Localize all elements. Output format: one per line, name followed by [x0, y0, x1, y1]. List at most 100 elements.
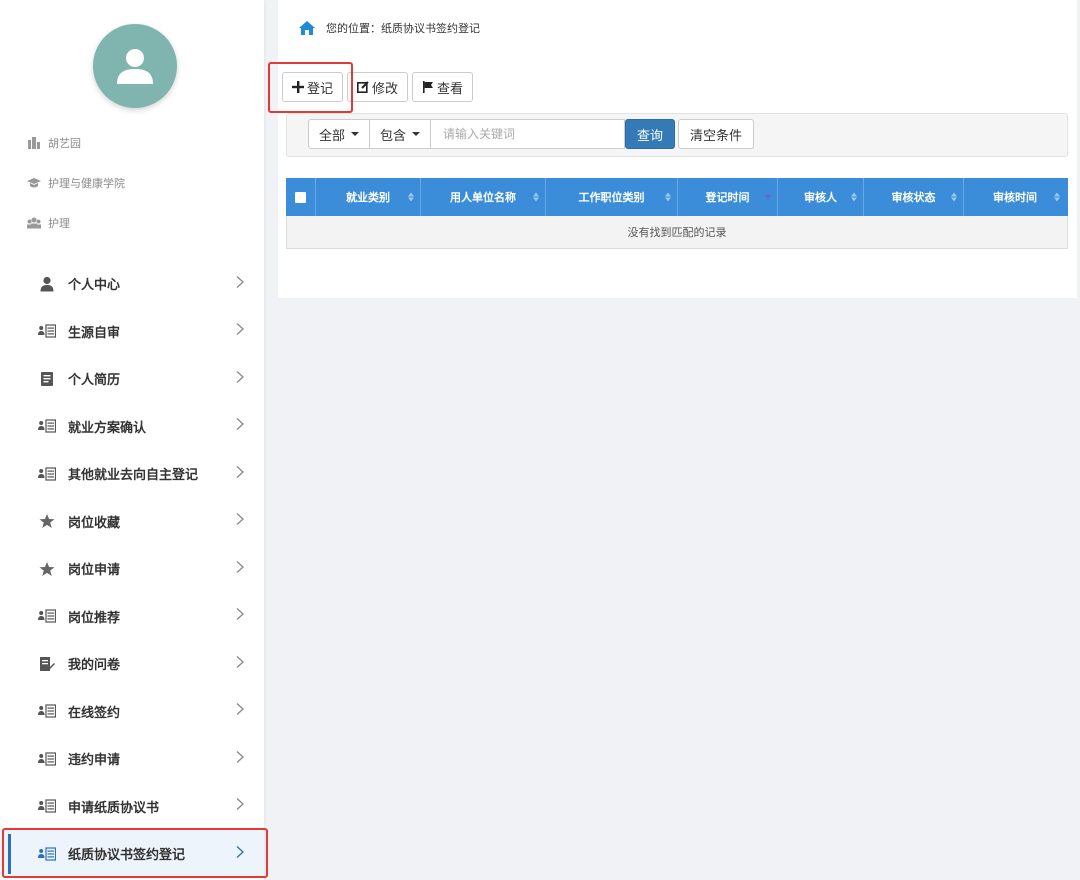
id-card-icon	[38, 702, 56, 720]
sidebar-item-6[interactable]: 岗位申请	[0, 545, 264, 593]
column-header-1[interactable]: 用人单位名称	[421, 178, 546, 216]
empty-table-row: 没有找到匹配的记录	[286, 216, 1068, 249]
chevron-right-icon	[236, 418, 244, 435]
sidebar-item-label: 其他就业去向自主登记	[68, 468, 199, 484]
register-label: 登记	[307, 81, 334, 97]
sidebar-item-2[interactable]: 个人简历	[0, 355, 264, 403]
profile-college: 护理与健康学院	[48, 177, 125, 190]
sort-icon	[951, 192, 957, 202]
sidebar-item-label: 纸质协议书签约登记	[68, 848, 186, 864]
avatar[interactable]	[93, 24, 177, 108]
sidebar-item-7[interactable]: 岗位推荐	[0, 593, 264, 641]
chevron-right-icon	[236, 513, 244, 530]
profile-major-row: 护理	[26, 213, 70, 233]
sidebar-menu: 个人中心生源自审个人简历就业方案确认其他就业去向自主登记岗位收藏 岗位申请岗位推荐…	[0, 260, 264, 878]
building-icon	[26, 136, 42, 150]
breadcrumb-prefix: 您的位置：	[326, 22, 381, 35]
query-button[interactable]: 查询	[625, 119, 676, 149]
sidebar-item-0[interactable]: 个人中心	[0, 260, 264, 308]
select-all-checkbox[interactable]	[295, 191, 306, 203]
column-header-label: 工作职位类别	[578, 191, 645, 204]
sidebar-item-label: 个人简历	[68, 373, 121, 389]
sidebar-item-label: 在线签约	[68, 705, 121, 721]
scope-value: 全部	[319, 128, 346, 144]
id-card-icon	[38, 322, 56, 340]
profile-name-row: 胡艺园	[26, 133, 81, 153]
search-panel: 全部 包含 查询 清空条件	[286, 113, 1068, 157]
column-header-label: 就业类别	[346, 191, 390, 204]
sort-icon	[408, 192, 414, 202]
chevron-right-icon	[236, 845, 244, 862]
sort-icon	[851, 192, 857, 202]
keyword-input[interactable]	[431, 119, 626, 149]
sort-icon	[1054, 192, 1060, 202]
sidebar-item-4[interactable]: 其他就业去向自主登记	[0, 450, 264, 498]
view-button[interactable]: 查看	[412, 72, 474, 102]
column-header-4[interactable]: 审核人	[778, 178, 864, 216]
user-avatar-icon	[117, 49, 153, 84]
scope-dropdown[interactable]: 全部	[308, 119, 371, 149]
match-mode-dropdown[interactable]: 包含	[370, 119, 432, 149]
column-header-3[interactable]: 登记时间	[678, 178, 778, 216]
sort-icon	[665, 192, 671, 202]
column-header-label: 用人单位名称	[450, 191, 516, 204]
caret-down-icon	[351, 132, 360, 136]
sidebar-item-label: 个人中心	[68, 278, 121, 294]
edit-doc-icon	[38, 655, 56, 673]
query-label: 查询	[637, 128, 664, 144]
home-icon[interactable]	[298, 20, 316, 36]
column-header-label: 审核人	[804, 191, 837, 204]
sort-icon	[765, 195, 771, 199]
chevron-right-icon	[236, 323, 244, 340]
table-header: 就业类别 用人单位名称 工作职位类别 登记时间 审核人 审核状态 审核时间	[286, 178, 1068, 216]
breadcrumb: 您的位置： 纸质协议书签约登记	[298, 20, 480, 36]
column-header-label: 审核状态	[891, 191, 936, 204]
column-header-5[interactable]: 审核状态	[864, 178, 964, 216]
chevron-right-icon	[236, 703, 244, 720]
sidebar: 胡艺园 护理与健康学院 护理 个人中心生源自审个人简历就业方案确认其他就业去向自…	[0, 0, 264, 880]
caret-down-icon	[412, 132, 421, 136]
id-card-icon	[38, 607, 56, 625]
user-icon	[38, 275, 56, 293]
graduation-cap-icon	[26, 176, 42, 190]
id-card-icon	[38, 797, 56, 815]
profile-major: 护理	[48, 217, 70, 230]
empty-message: 没有找到匹配的记录	[627, 226, 727, 239]
group-icon	[26, 216, 42, 230]
column-header-6[interactable]: 审核时间	[964, 178, 1066, 216]
column-header-0[interactable]: 就业类别	[316, 178, 421, 216]
sidebar-item-9[interactable]: 在线签约	[0, 688, 264, 736]
register-button[interactable]: 登记	[282, 72, 344, 102]
sidebar-item-label: 违约申请	[68, 753, 121, 769]
chevron-right-icon	[236, 608, 244, 625]
column-header-2[interactable]: 工作职位类别	[546, 178, 678, 216]
sidebar-item-8[interactable]: 我的问卷	[0, 640, 264, 688]
chevron-right-icon	[236, 370, 244, 387]
clear-label: 清空条件	[690, 128, 743, 144]
profile-college-row: 护理与健康学院	[26, 173, 125, 193]
sidebar-item-label: 申请纸质协议书	[68, 800, 160, 816]
sidebar-item-1[interactable]: 生源自审	[0, 308, 264, 356]
column-header-label: 登记时间	[705, 191, 750, 204]
select-all-header	[286, 178, 316, 216]
chevron-right-icon	[236, 750, 244, 767]
sidebar-item-12[interactable]: 纸质协议书签约登记	[0, 830, 264, 878]
sidebar-item-11[interactable]: 申请纸质协议书	[0, 783, 264, 831]
view-label: 查看	[437, 81, 464, 97]
edit-button[interactable]: 修改	[347, 72, 409, 102]
chevron-right-icon	[236, 655, 244, 672]
sidebar-item-label: 就业方案确认	[68, 420, 147, 436]
star-icon	[38, 560, 56, 578]
sidebar-item-10[interactable]: 违约申请	[0, 735, 264, 783]
chevron-right-icon	[236, 465, 244, 482]
sidebar-item-label: 生源自审	[68, 325, 121, 341]
id-card-icon	[38, 417, 56, 435]
sidebar-item-3[interactable]: 就业方案确认	[0, 403, 264, 451]
clear-conditions-button[interactable]: 清空条件	[678, 119, 755, 149]
sidebar-item-5[interactable]: 岗位收藏	[0, 498, 264, 546]
column-header-label: 审核时间	[993, 191, 1037, 204]
records-table: 就业类别 用人单位名称 工作职位类别 登记时间 审核人 审核状态 审核时间 没有找到匹配的记…	[286, 178, 1068, 249]
sidebar-item-label: 岗位推荐	[68, 610, 121, 626]
plus-icon	[292, 81, 304, 93]
profile-name: 胡艺园	[48, 137, 81, 150]
